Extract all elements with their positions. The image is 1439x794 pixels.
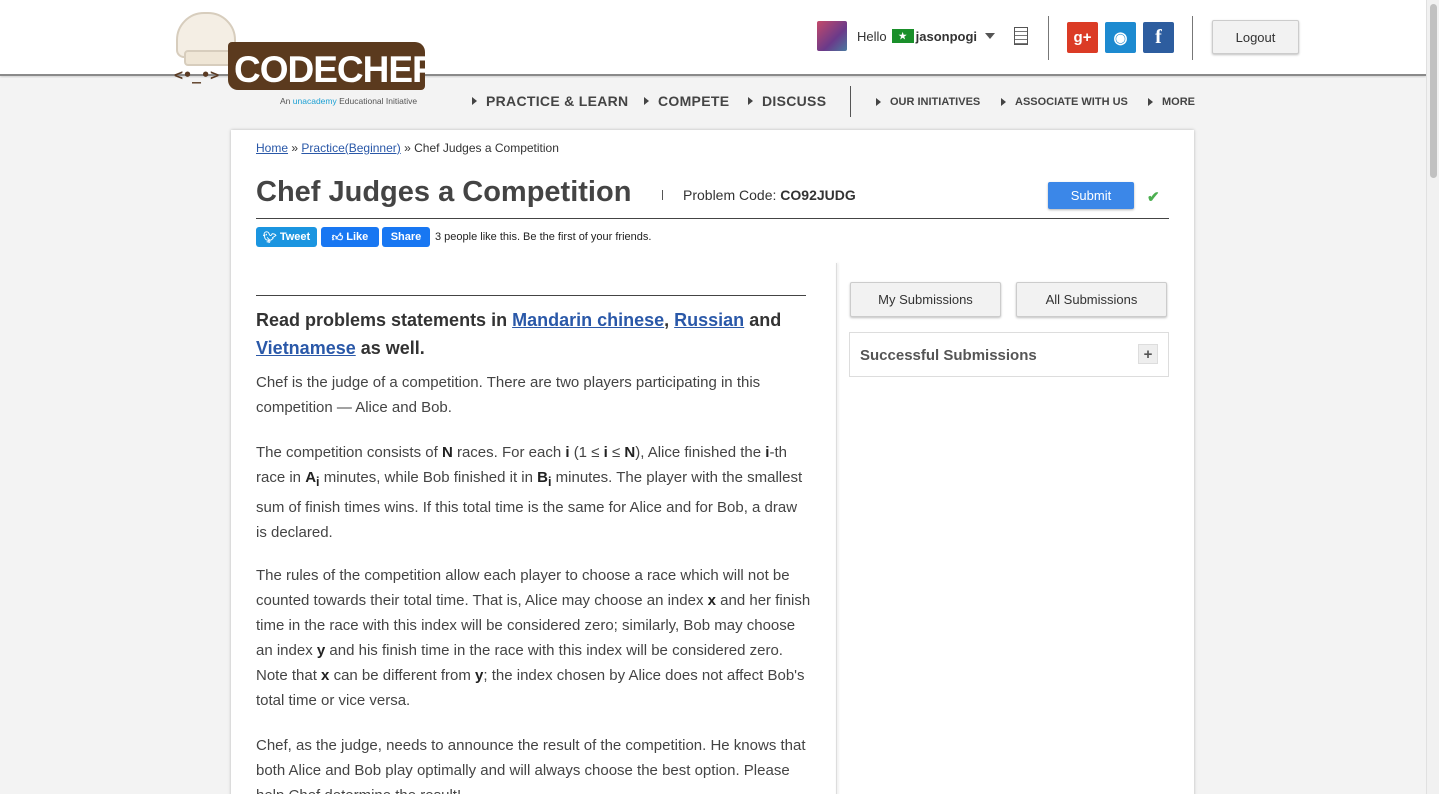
greeting: Hello (857, 28, 887, 44)
statement-rule (256, 295, 806, 296)
nav-discuss[interactable]: DISCUSS (748, 93, 826, 109)
page-title: Chef Judges a Competition (256, 176, 632, 208)
triangle-right-icon (1148, 98, 1153, 106)
nav-practice[interactable]: PRACTICE & LEARN (472, 93, 628, 109)
breadcrumb-home[interactable]: Home (256, 141, 288, 155)
expand-icon[interactable]: + (1138, 344, 1158, 364)
divider (1192, 16, 1193, 60)
user-menu[interactable]: Hello ★ jasonpogi (817, 20, 996, 52)
chef-hat-icon (176, 12, 236, 66)
triangle-right-icon (748, 97, 753, 105)
github-icon[interactable]: ◉ (1105, 22, 1136, 53)
submit-button[interactable]: Submit (1048, 182, 1134, 209)
logout-button[interactable]: Logout (1212, 20, 1299, 54)
breadcrumb-practice[interactable]: Practice(Beginner) (301, 141, 400, 155)
scrollbar[interactable] (1426, 0, 1439, 794)
statement-paragraph: The rules of the competition allow each … (256, 567, 811, 709)
statement-paragraph: Chef, as the judge, needs to announce th… (256, 737, 806, 794)
google-plus-icon[interactable]: g+ (1067, 22, 1098, 53)
nav-our-initiatives[interactable]: OUR INITIATIVES (876, 96, 980, 108)
triangle-right-icon (876, 98, 881, 106)
notes-icon[interactable] (1014, 27, 1028, 45)
divider (1048, 16, 1049, 60)
username[interactable]: jasonpogi (916, 29, 977, 44)
like-button[interactable]: 👍︎ Like (321, 227, 379, 247)
scrollbar-thumb[interactable] (1430, 4, 1437, 178)
chevron-down-icon[interactable] (985, 33, 996, 39)
logo-wordmark: CODECHEF (234, 49, 435, 90)
triangle-right-icon (1001, 98, 1006, 106)
link-russian[interactable]: Russian (674, 310, 744, 330)
avatar[interactable] (817, 21, 847, 51)
successful-submissions-panel[interactable]: Successful Submissions + (849, 332, 1169, 377)
title-rule (256, 218, 1169, 219)
successful-submissions-title: Successful Submissions (860, 347, 1037, 364)
statement-paragraph: The competition consists of N races. For… (256, 444, 803, 541)
my-submissions-button[interactable]: My Submissions (850, 282, 1001, 317)
nav-more[interactable]: MORE (1148, 96, 1195, 108)
facebook-icon[interactable]: f (1143, 22, 1174, 53)
all-submissions-button[interactable]: All Submissions (1016, 282, 1167, 317)
twitter-icon: 🐦︎ (262, 231, 277, 244)
statement-paragraph: Chef is the judge of a competition. Ther… (256, 374, 761, 416)
triangle-right-icon (472, 97, 477, 105)
column-divider (836, 263, 837, 794)
link-vietnamese[interactable]: Vietnamese (256, 338, 356, 358)
likes-count-text: 3 people like this. Be the first of your… (435, 231, 652, 243)
title-divider (662, 190, 663, 200)
nav-divider (850, 86, 851, 117)
breadcrumb-current: Chef Judges a Competition (414, 141, 559, 155)
thumbs-up-icon: 👍︎ (331, 231, 344, 244)
breadcrumb: Home » Practice(Beginner) » Chef Judges … (256, 141, 559, 155)
share-bar: 🐦︎ Tweet 👍︎ Like Share 3 people like thi… (256, 227, 651, 247)
link-mandarin[interactable]: Mandarin chinese (512, 310, 664, 330)
problem-code: Problem Code: CO92JUDG (683, 187, 856, 203)
translations-notice: Read problems statements in Mandarin chi… (256, 310, 782, 358)
triangle-right-icon (644, 97, 649, 105)
logo-tagline: An unacademy Educational Initiative (280, 96, 418, 106)
nav-associate-with-us[interactable]: ASSOCIATE WITH US (1001, 96, 1128, 108)
country-flag-icon: ★ (891, 29, 914, 43)
codechef-logo[interactable]: <•_•> CODECHEF An unacademy Educational … (172, 10, 435, 110)
nav-compete[interactable]: COMPETE (644, 93, 729, 109)
share-button[interactable]: Share (382, 227, 430, 247)
tweet-button[interactable]: 🐦︎ Tweet (256, 227, 317, 247)
check-icon: ✔ (1147, 189, 1160, 206)
